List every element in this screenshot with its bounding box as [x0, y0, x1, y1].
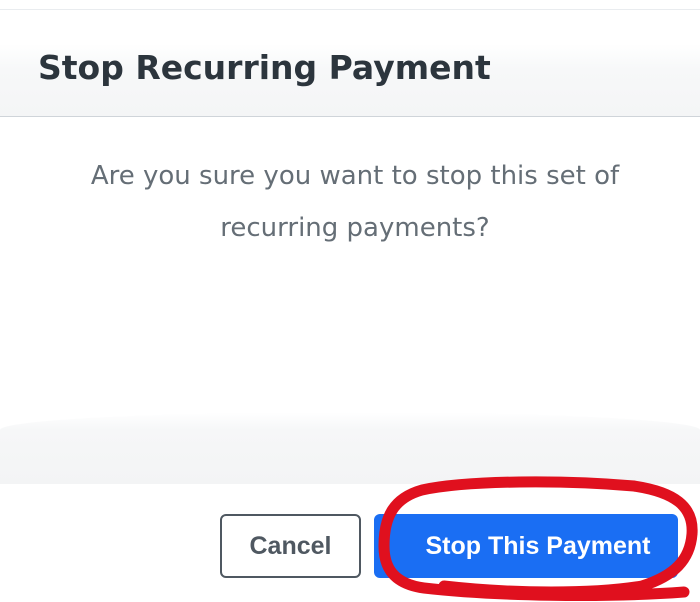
stop-payment-button[interactable]: Stop This Payment — [374, 514, 678, 578]
top-divider — [0, 9, 700, 10]
cancel-button[interactable]: Cancel — [220, 514, 361, 578]
dialog-message: Are you sure you want to stop this set o… — [90, 161, 620, 243]
footer-shade — [0, 412, 700, 484]
stop-payment-dialog: Stop Recurring Payment Are you sure you … — [0, 0, 700, 602]
dialog-title: Stop Recurring Payment — [38, 48, 491, 87]
dialog-header: Stop Recurring Payment — [0, 44, 700, 117]
